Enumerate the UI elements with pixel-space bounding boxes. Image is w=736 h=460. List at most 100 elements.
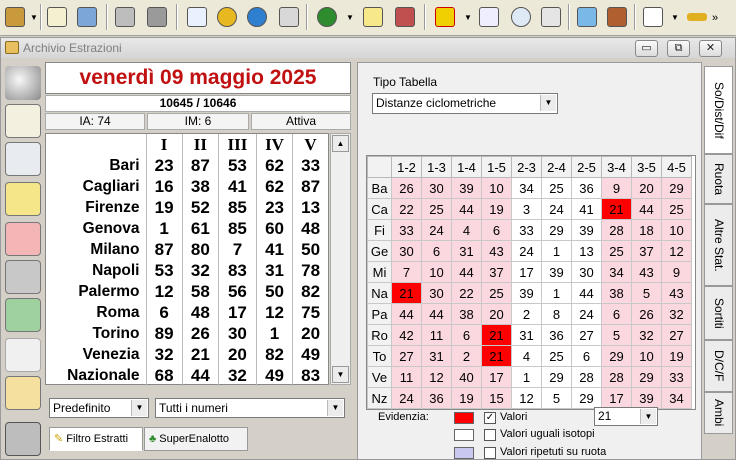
distance-cell[interactable]: 39 (451, 177, 482, 199)
distance-cell[interactable]: 28 (601, 366, 632, 388)
disk-icon[interactable] (5, 260, 41, 294)
distance-cell[interactable]: 33 (391, 219, 422, 241)
distance-cell[interactable]: 2 (511, 303, 542, 325)
distance-cell[interactable]: 9 (601, 177, 632, 199)
transfer-icon[interactable] (5, 376, 41, 410)
distance-cell[interactable]: 17 (511, 261, 542, 283)
eraser-icon[interactable] (5, 222, 41, 256)
checklist-icon[interactable] (640, 4, 666, 30)
square-icon[interactable] (432, 4, 458, 30)
distance-cell[interactable]: 44 (451, 198, 482, 220)
highlighted-distance-cell[interactable]: 21 (481, 324, 512, 346)
chevron-down-icon[interactable]: ▼ (131, 400, 147, 416)
highlighted-distance-cell[interactable]: 21 (601, 198, 632, 220)
distance-cell[interactable]: 30 (571, 261, 602, 283)
table-type-select[interactable]: Distanze ciclometriche ▼ (372, 93, 558, 114)
uguali-checkbox[interactable] (484, 429, 496, 441)
distance-cell[interactable]: 30 (421, 177, 452, 199)
distance-cell[interactable]: 34 (661, 387, 692, 409)
magnifier-icon[interactable] (508, 4, 534, 30)
distance-cell[interactable]: 10 (631, 345, 662, 367)
distance-cell[interactable]: 32 (661, 303, 692, 325)
package-icon[interactable] (392, 4, 418, 30)
network-icon[interactable] (74, 4, 100, 30)
numbers-filter-select[interactable]: Tutti i numeri ▼ (155, 398, 345, 418)
distance-cell[interactable]: 20 (481, 303, 512, 325)
distance-cell[interactable]: 24 (571, 303, 602, 325)
distance-cell[interactable]: 26 (391, 177, 422, 199)
valori-checkbox[interactable]: ✓ (484, 412, 496, 424)
tab-ruota[interactable]: Ruota (704, 154, 733, 204)
distance-cell[interactable]: 39 (541, 261, 572, 283)
distance-cell[interactable]: 36 (421, 387, 452, 409)
pencil-note-icon[interactable] (5, 182, 41, 216)
distance-cell[interactable]: 29 (631, 366, 662, 388)
clover-icon[interactable] (314, 4, 340, 30)
distance-cell[interactable]: 31 (451, 240, 482, 262)
globe-icon[interactable] (244, 4, 270, 30)
distance-cell[interactable]: 6 (481, 219, 512, 241)
distance-cell[interactable]: 20 (631, 177, 662, 199)
distance-cell[interactable]: 22 (391, 198, 422, 220)
distance-cell[interactable]: 19 (481, 198, 512, 220)
valori-color-swatch[interactable] (454, 412, 474, 424)
distance-cell[interactable]: 29 (601, 345, 632, 367)
distance-cell[interactable]: 43 (661, 282, 692, 304)
coins-icon[interactable] (214, 4, 240, 30)
distance-cell[interactable]: 12 (511, 387, 542, 409)
distance-cell[interactable]: 6 (571, 345, 602, 367)
distance-cell[interactable]: 28 (601, 219, 632, 241)
distance-cell[interactable]: 39 (571, 219, 602, 241)
highlighted-distance-cell[interactable]: 21 (391, 282, 422, 304)
distance-cell[interactable]: 31 (511, 324, 542, 346)
distance-cell[interactable]: 25 (541, 177, 572, 199)
distance-cell[interactable]: 33 (661, 366, 692, 388)
distance-cell[interactable]: 24 (391, 387, 422, 409)
grid-icon[interactable] (538, 4, 564, 30)
distance-cell[interactable]: 25 (421, 198, 452, 220)
distance-cell[interactable]: 4 (511, 345, 542, 367)
distance-cell[interactable]: 24 (541, 198, 572, 220)
chevron-down-icon[interactable]: ▼ (540, 95, 556, 111)
wrench-icon[interactable] (604, 4, 630, 30)
distance-cell[interactable]: 1 (541, 240, 572, 262)
distance-cell[interactable]: 39 (511, 282, 542, 304)
distance-cell[interactable]: 12 (661, 240, 692, 262)
distance-cell[interactable]: 34 (511, 177, 542, 199)
distance-cell[interactable]: 30 (391, 240, 422, 262)
distance-cell[interactable]: 37 (631, 240, 662, 262)
distance-cell[interactable]: 36 (571, 177, 602, 199)
distance-cell[interactable]: 17 (481, 366, 512, 388)
distance-cell[interactable]: 29 (541, 219, 572, 241)
distance-cell[interactable]: 18 (631, 219, 662, 241)
square-dropdown-arrow[interactable]: ▼ (464, 13, 472, 22)
uguali-color-swatch[interactable] (454, 429, 474, 441)
distance-cell[interactable]: 8 (541, 303, 572, 325)
distance-cell[interactable]: 17 (601, 387, 632, 409)
window-icon[interactable] (476, 4, 502, 30)
distance-cell[interactable]: 19 (451, 387, 482, 409)
calculator-icon[interactable] (5, 298, 41, 332)
distance-cell[interactable]: 6 (421, 240, 452, 262)
distance-cell[interactable]: 13 (571, 240, 602, 262)
snail-icon[interactable] (5, 338, 41, 372)
distance-cell[interactable]: 3 (511, 198, 542, 220)
distance-cell[interactable]: 7 (391, 261, 422, 283)
distance-cell[interactable]: 43 (631, 261, 662, 283)
highlighted-distance-cell[interactable]: 21 (481, 345, 512, 367)
distance-cell[interactable]: 25 (601, 240, 632, 262)
tab-filtro-estratti[interactable]: ✎ Filtro Estratti (49, 427, 143, 451)
distance-cell[interactable]: 15 (481, 387, 512, 409)
distance-cell[interactable]: 44 (451, 261, 482, 283)
tools-icon[interactable] (2, 4, 28, 30)
distance-cell[interactable]: 42 (391, 324, 422, 346)
distance-cell[interactable]: 1 (511, 366, 542, 388)
clover-dropdown-arrow[interactable]: ▼ (346, 13, 354, 22)
magnifier-icon[interactable] (5, 66, 41, 100)
stacked-pages-icon[interactable] (5, 142, 41, 176)
printer-icon[interactable] (5, 422, 41, 456)
distance-cell[interactable]: 1 (541, 282, 572, 304)
distance-cell[interactable]: 27 (571, 324, 602, 346)
distance-cell[interactable]: 41 (571, 198, 602, 220)
distance-cell[interactable]: 32 (631, 324, 662, 346)
